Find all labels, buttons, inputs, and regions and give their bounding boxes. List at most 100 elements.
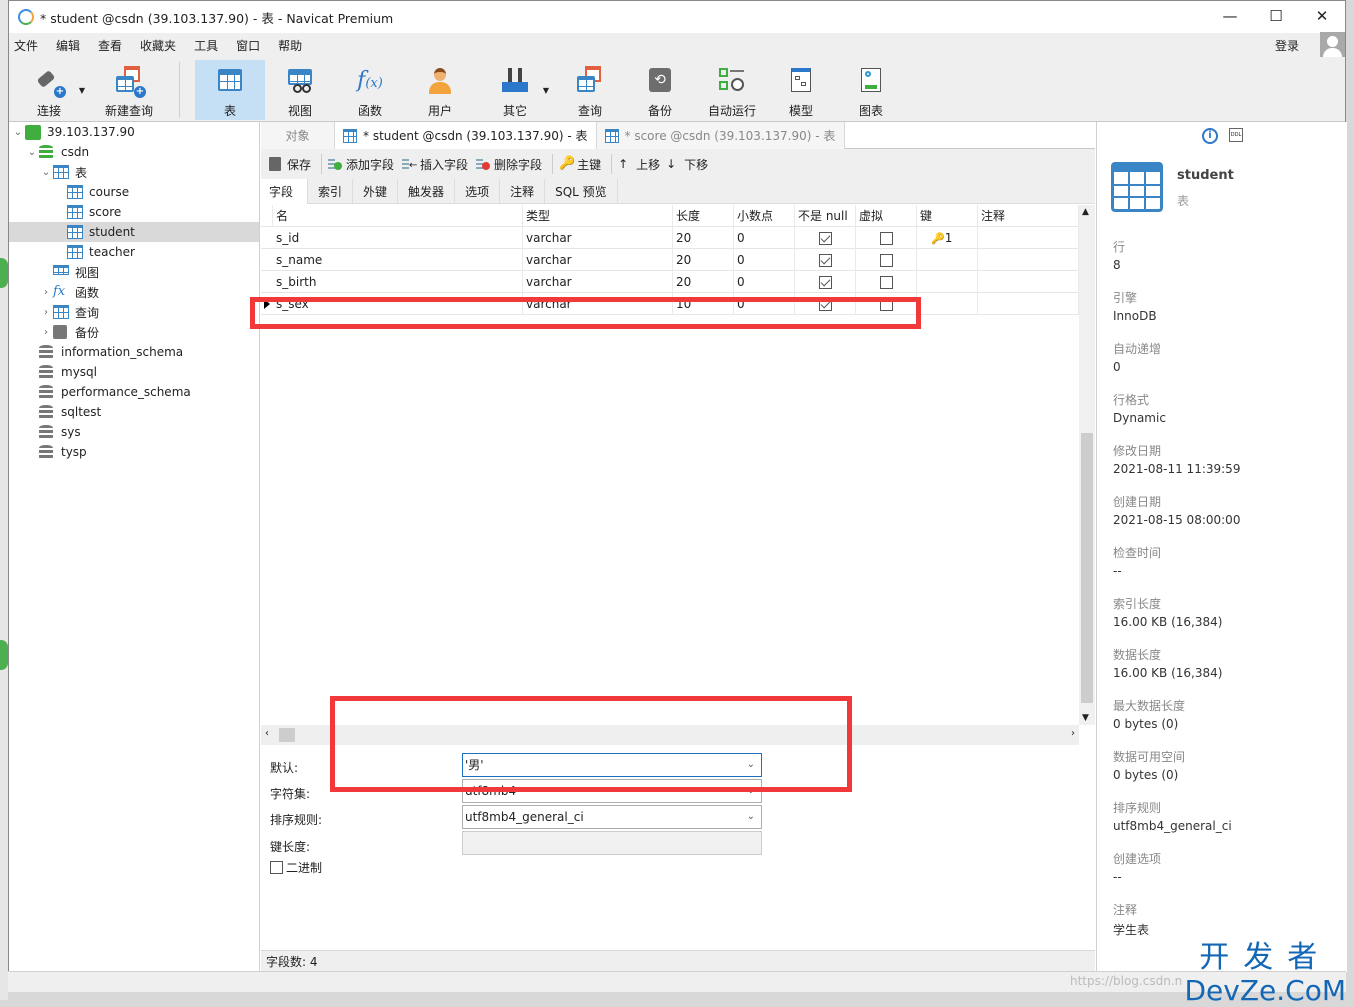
checkbox[interactable] — [818, 254, 832, 267]
col-decimals[interactable]: 小数点 — [734, 205, 795, 227]
chevron-right-icon[interactable]: › — [39, 287, 53, 298]
checkbox[interactable] — [818, 232, 832, 245]
scrollbar-thumb[interactable] — [1081, 433, 1093, 703]
tree-database[interactable]: tysp — [39, 442, 87, 462]
cell-key[interactable]: 🔑1 — [917, 227, 978, 249]
cell-decimals[interactable]: 0 — [734, 227, 795, 249]
user-avatar-icon[interactable] — [1320, 32, 1345, 58]
menu-help[interactable]: 帮助 — [273, 37, 315, 54]
delete-field-button[interactable]: 删除字段 — [476, 156, 542, 173]
tab-objects[interactable]: 对象 — [261, 122, 335, 149]
vertical-scrollbar[interactable]: ▲ ▼ — [1079, 205, 1095, 725]
checkbox[interactable] — [879, 232, 893, 245]
checkbox[interactable] — [879, 254, 893, 267]
binary-checkbox[interactable]: 二进制 — [270, 859, 322, 876]
cell-name[interactable]: s_name — [273, 249, 523, 271]
tree-views-group[interactable]: 视图 — [39, 262, 99, 282]
toolbar-function[interactable]: f(x) 函数 — [335, 60, 405, 120]
checkbox[interactable] — [818, 276, 832, 289]
toolbar-connection[interactable]: + 连接 ▼ — [27, 60, 85, 120]
col-key[interactable]: 键 — [917, 205, 978, 227]
tree-server[interactable]: ⌄ 39.103.137.90 — [11, 122, 135, 142]
col-length[interactable]: 长度 — [673, 205, 734, 227]
chevron-down-icon[interactable]: ⌄ — [25, 147, 39, 158]
toolbar-auto-run[interactable]: 自动运行 — [702, 60, 762, 120]
cell-virtual[interactable] — [856, 227, 917, 249]
scroll-left-icon[interactable]: ‹ — [265, 728, 269, 739]
save-button[interactable]: 保存 — [269, 156, 311, 173]
checkbox[interactable] — [879, 276, 893, 289]
cell-comment[interactable] — [978, 249, 1079, 271]
insert-field-button[interactable]: ← 插入字段 — [402, 156, 468, 173]
collation-combo[interactable]: utf8mb4_general_ci ⌄ — [462, 805, 762, 829]
menu-tools[interactable]: 工具 — [189, 37, 231, 54]
minimize-button[interactable]: — — [1207, 1, 1253, 31]
toolbar-other[interactable]: 其它 ▼ — [495, 60, 549, 120]
table-row[interactable]: s_birth varchar 20 0 — [261, 271, 1079, 293]
dropdown-arrow-icon[interactable]: ▼ — [79, 86, 85, 95]
cell-decimals[interactable]: 0 — [734, 249, 795, 271]
toolbar-chart[interactable]: 图表 — [849, 60, 893, 120]
scroll-down-icon[interactable]: ▼ — [1082, 713, 1089, 723]
cell-not-null[interactable] — [795, 271, 856, 293]
col-type[interactable]: 类型 — [523, 205, 673, 227]
cell-decimals[interactable]: 0 — [734, 271, 795, 293]
menu-edit[interactable]: 编辑 — [51, 37, 93, 54]
cell-length[interactable]: 20 — [673, 249, 734, 271]
ddl-icon[interactable]: DDL — [1229, 128, 1243, 142]
cell-virtual[interactable] — [856, 271, 917, 293]
tab-sql-preview[interactable]: SQL 预览 — [545, 179, 618, 204]
close-button[interactable]: ✕ — [1299, 1, 1345, 31]
tree-table-teacher[interactable]: teacher — [67, 242, 135, 262]
scroll-up-icon[interactable]: ▲ — [1082, 207, 1089, 217]
cell-type[interactable]: varchar — [523, 271, 673, 293]
tree-queries-group[interactable]: › 查询 — [39, 302, 99, 322]
tree-database-csdn[interactable]: ⌄ csdn — [25, 142, 89, 162]
cell-key[interactable] — [917, 293, 978, 315]
cell-type[interactable]: varchar — [523, 227, 673, 249]
col-virtual[interactable]: 虚拟 — [856, 205, 917, 227]
cell-key[interactable] — [917, 271, 978, 293]
cell-length[interactable]: 20 — [673, 227, 734, 249]
cell-not-null[interactable] — [795, 249, 856, 271]
cell-not-null[interactable] — [795, 227, 856, 249]
tab-fields[interactable]: 字段 — [261, 179, 309, 204]
info-icon[interactable]: i — [1202, 128, 1218, 144]
col-name[interactable]: 名 — [273, 205, 523, 227]
scroll-right-icon[interactable]: › — [1071, 728, 1075, 739]
tab-options[interactable]: 选项 — [455, 179, 501, 204]
tree-functions-group[interactable]: › fx 函数 — [39, 282, 99, 302]
login-link[interactable]: 登录 — [1275, 37, 1299, 54]
tab-score-table[interactable]: * score @csdn (39.103.137.90) - 表 — [596, 122, 845, 149]
tree-backups-group[interactable]: › 备份 — [39, 322, 99, 342]
primary-key-button[interactable]: 🔑 主键 — [559, 156, 601, 173]
tab-comment[interactable]: 注释 — [500, 179, 546, 204]
cell-comment[interactable] — [978, 227, 1079, 249]
toolbar-table[interactable]: 表 — [195, 60, 265, 120]
tree-database[interactable]: sys — [39, 422, 81, 442]
move-up-button[interactable]: ↑ 上移 — [618, 156, 660, 173]
cell-name[interactable]: s_birth — [273, 271, 523, 293]
chevron-down-icon[interactable]: ⌄ — [39, 167, 53, 178]
chevron-down-icon[interactable]: ⌄ — [11, 127, 25, 138]
scrollbar-thumb[interactable] — [279, 728, 295, 742]
tree-database[interactable]: sqltest — [39, 402, 101, 422]
table-row[interactable]: s_name varchar 20 0 — [261, 249, 1079, 271]
toolbar-model[interactable]: 模型 — [779, 60, 823, 120]
menu-window[interactable]: 窗口 — [231, 37, 273, 54]
checkbox[interactable] — [270, 861, 283, 874]
move-down-button[interactable]: ↓ 下移 — [666, 156, 708, 173]
tree-table-student[interactable]: student — [9, 222, 259, 242]
menu-view[interactable]: 查看 — [93, 37, 135, 54]
cell-type[interactable]: varchar — [523, 249, 673, 271]
chevron-down-icon[interactable]: ⌄ — [747, 806, 755, 828]
tree-tables-group[interactable]: ⌄ 表 — [39, 162, 87, 182]
toolbar-backup[interactable]: ⟲ 备份 — [635, 60, 685, 120]
cell-length[interactable]: 20 — [673, 271, 734, 293]
col-comment[interactable]: 注释 — [978, 205, 1079, 227]
tree-database[interactable]: performance_schema — [39, 382, 191, 402]
tree-database[interactable]: mysql — [39, 362, 97, 382]
tab-student-table[interactable]: * student @csdn (39.103.137.90) - 表 — [335, 122, 597, 149]
menu-favorites[interactable]: 收藏夹 — [135, 37, 189, 54]
dropdown-arrow-icon[interactable]: ▼ — [543, 86, 549, 95]
